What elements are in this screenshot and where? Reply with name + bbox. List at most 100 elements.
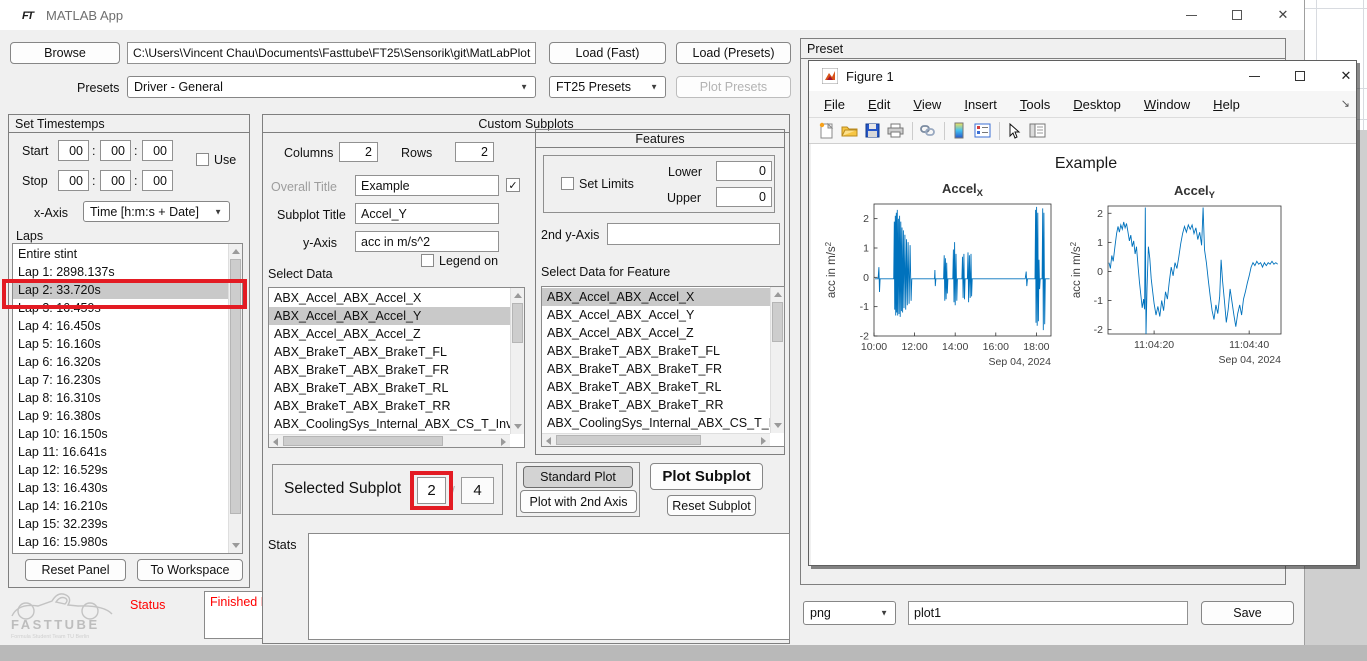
- list-item[interactable]: ABX_BrakeT_ABX_BrakeT_RR: [269, 397, 510, 415]
- overall-title-checkbox[interactable]: ✓: [506, 178, 520, 192]
- upper-input[interactable]: 0: [716, 187, 772, 207]
- start-hour-input[interactable]: 00: [58, 140, 89, 161]
- scroll-thumb[interactable]: [772, 302, 783, 342]
- list-item[interactable]: ABX_CoolingSys_Internal_ABX_CS_T_InvL: [269, 415, 510, 433]
- stats-textarea[interactable]: [308, 533, 790, 640]
- laps-listbox[interactable]: Entire stintLap 1: 2898.137sLap 2: 33.72…: [12, 243, 243, 554]
- legend-icon[interactable]: [972, 122, 992, 140]
- menu-tools[interactable]: Tools: [1013, 94, 1057, 115]
- list-item[interactable]: Lap 4: 16.450s: [13, 317, 228, 335]
- set-limits-checkbox[interactable]: [561, 177, 574, 190]
- select-data-hscroll[interactable]: [269, 434, 510, 447]
- menu-help[interactable]: Help: [1206, 94, 1247, 115]
- scroll-left-icon[interactable]: [273, 438, 278, 446]
- list-item[interactable]: ABX_Accel_ABX_Accel_Y: [269, 307, 510, 325]
- scroll-right-icon[interactable]: [761, 437, 766, 445]
- browse-button[interactable]: Browse: [10, 42, 120, 64]
- to-workspace-button[interactable]: To Workspace: [137, 559, 243, 581]
- second-yaxis-input[interactable]: [607, 223, 780, 245]
- list-item[interactable]: Lap 10: 16.150s: [13, 425, 228, 443]
- new-file-icon[interactable]: [816, 122, 836, 140]
- ft25-presets-dropdown[interactable]: FT25 Presets▼: [549, 76, 666, 98]
- list-item[interactable]: ABX_Accel_ABX_Accel_X: [269, 289, 510, 307]
- list-item[interactable]: Lap 13: 16.430s: [13, 479, 228, 497]
- reset-panel-button[interactable]: Reset Panel: [25, 559, 126, 581]
- list-item[interactable]: ABX_Accel_ABX_Accel_Z: [269, 325, 510, 343]
- feature-data-hscroll[interactable]: [542, 433, 770, 446]
- scroll-thumb[interactable]: [512, 303, 523, 343]
- list-item[interactable]: Lap 11: 16.641s: [13, 443, 228, 461]
- filename-input[interactable]: plot1: [908, 601, 1188, 625]
- columns-input[interactable]: 2: [339, 142, 378, 162]
- standard-plot-button[interactable]: Standard Plot: [523, 466, 633, 488]
- property-inspector-icon[interactable]: [1027, 122, 1047, 140]
- start-min-input[interactable]: 00: [100, 140, 131, 161]
- list-item[interactable]: ABX_BrakeT_ABX_BrakeT_RL: [542, 378, 770, 396]
- scroll-up-icon[interactable]: [774, 292, 782, 297]
- scroll-down-icon[interactable]: [514, 424, 522, 429]
- print-icon[interactable]: [885, 122, 905, 140]
- yaxis-input[interactable]: acc in m/s^2: [355, 231, 499, 252]
- list-item[interactable]: Lap 1: 2898.137s: [13, 263, 228, 281]
- list-item[interactable]: Entire stint: [13, 245, 228, 263]
- use-checkbox[interactable]: [196, 153, 209, 166]
- open-folder-icon[interactable]: [839, 122, 859, 140]
- format-dropdown[interactable]: png▼: [803, 601, 896, 625]
- save-button[interactable]: Save: [1201, 601, 1294, 625]
- list-item[interactable]: Lap 12: 16.529s: [13, 461, 228, 479]
- list-item[interactable]: ABX_Accel_ABX_Accel_Z: [542, 324, 770, 342]
- scroll-thumb[interactable]: [230, 259, 241, 514]
- list-item[interactable]: ABX_CoolingSys_Internal_ABX_CS_T_InvL: [542, 414, 770, 432]
- scroll-down-icon[interactable]: [232, 543, 240, 548]
- dock-arrow-icon[interactable]: ↘: [1341, 97, 1350, 110]
- menu-insert[interactable]: Insert: [957, 94, 1004, 115]
- lower-input[interactable]: 0: [716, 161, 772, 181]
- scroll-up-icon[interactable]: [514, 293, 522, 298]
- colorbar-icon[interactable]: [949, 122, 969, 140]
- start-sec-input[interactable]: 00: [142, 140, 173, 161]
- rows-input[interactable]: 2: [455, 142, 494, 162]
- feature-data-listbox[interactable]: ABX_Accel_ABX_Accel_XABX_Accel_ABX_Accel…: [541, 286, 785, 447]
- list-item[interactable]: ABX_Accel_ABX_Accel_X: [542, 288, 770, 306]
- save-icon[interactable]: [862, 122, 882, 140]
- scroll-thumb[interactable]: [283, 436, 443, 446]
- figure-maximize-button[interactable]: [1279, 62, 1321, 90]
- selected-subplot-input[interactable]: 2: [417, 477, 446, 504]
- pointer-icon[interactable]: [1004, 122, 1024, 140]
- list-item[interactable]: ABX_BrakeT_ABX_BrakeT_FL: [542, 342, 770, 360]
- select-data-vscroll[interactable]: [510, 288, 524, 434]
- list-item[interactable]: Lap 16: 15.980s: [13, 533, 228, 551]
- load-fast-button[interactable]: Load (Fast): [549, 42, 666, 64]
- list-item[interactable]: ABX_Accel_ABX_Accel_Y: [542, 306, 770, 324]
- figure-minimize-button[interactable]: [1233, 62, 1275, 90]
- scroll-down-icon[interactable]: [774, 423, 782, 428]
- list-item[interactable]: Lap 8: 16.310s: [13, 389, 228, 407]
- list-item[interactable]: Lap 5: 16.160s: [13, 335, 228, 353]
- feature-data-vscroll[interactable]: [770, 287, 784, 433]
- maximize-button[interactable]: [1216, 0, 1258, 30]
- list-item[interactable]: ABX_BrakeT_ABX_BrakeT_RL: [269, 379, 510, 397]
- stop-min-input[interactable]: 00: [100, 170, 131, 191]
- list-item[interactable]: Lap 6: 16.320s: [13, 353, 228, 371]
- load-presets-button[interactable]: Load (Presets): [676, 42, 791, 64]
- stop-sec-input[interactable]: 00: [142, 170, 173, 191]
- list-item[interactable]: Lap 3: 16.459s: [13, 299, 228, 317]
- select-data-listbox[interactable]: ABX_Accel_ABX_Accel_XABX_Accel_ABX_Accel…: [268, 287, 525, 448]
- subplot-title-input[interactable]: Accel_Y: [355, 203, 499, 224]
- list-item[interactable]: ABX_BrakeT_ABX_BrakeT_RR: [542, 396, 770, 414]
- figure-close-button[interactable]: ✕: [1325, 62, 1367, 90]
- plot-subplot-button[interactable]: Plot Subplot: [650, 463, 763, 490]
- menu-desktop[interactable]: Desktop: [1066, 94, 1128, 115]
- laps-scrollbar[interactable]: [228, 244, 242, 553]
- link-icon[interactable]: [917, 122, 937, 140]
- plot-2nd-axis-button[interactable]: Plot with 2nd Axis: [520, 490, 637, 513]
- preset-dropdown[interactable]: Driver - General▼: [127, 76, 536, 98]
- menu-view[interactable]: View: [906, 94, 948, 115]
- xaxis-dropdown[interactable]: Time [h:m:s + Date]▼: [83, 201, 230, 222]
- scroll-thumb[interactable]: [556, 435, 701, 445]
- stop-hour-input[interactable]: 00: [58, 170, 89, 191]
- list-item[interactable]: Lap 9: 16.380s: [13, 407, 228, 425]
- file-path-input[interactable]: C:\Users\Vincent Chau\Documents\Fasttube…: [127, 42, 536, 64]
- list-item[interactable]: Lap 2: 33.720s: [13, 281, 228, 299]
- minimize-button[interactable]: [1170, 0, 1212, 30]
